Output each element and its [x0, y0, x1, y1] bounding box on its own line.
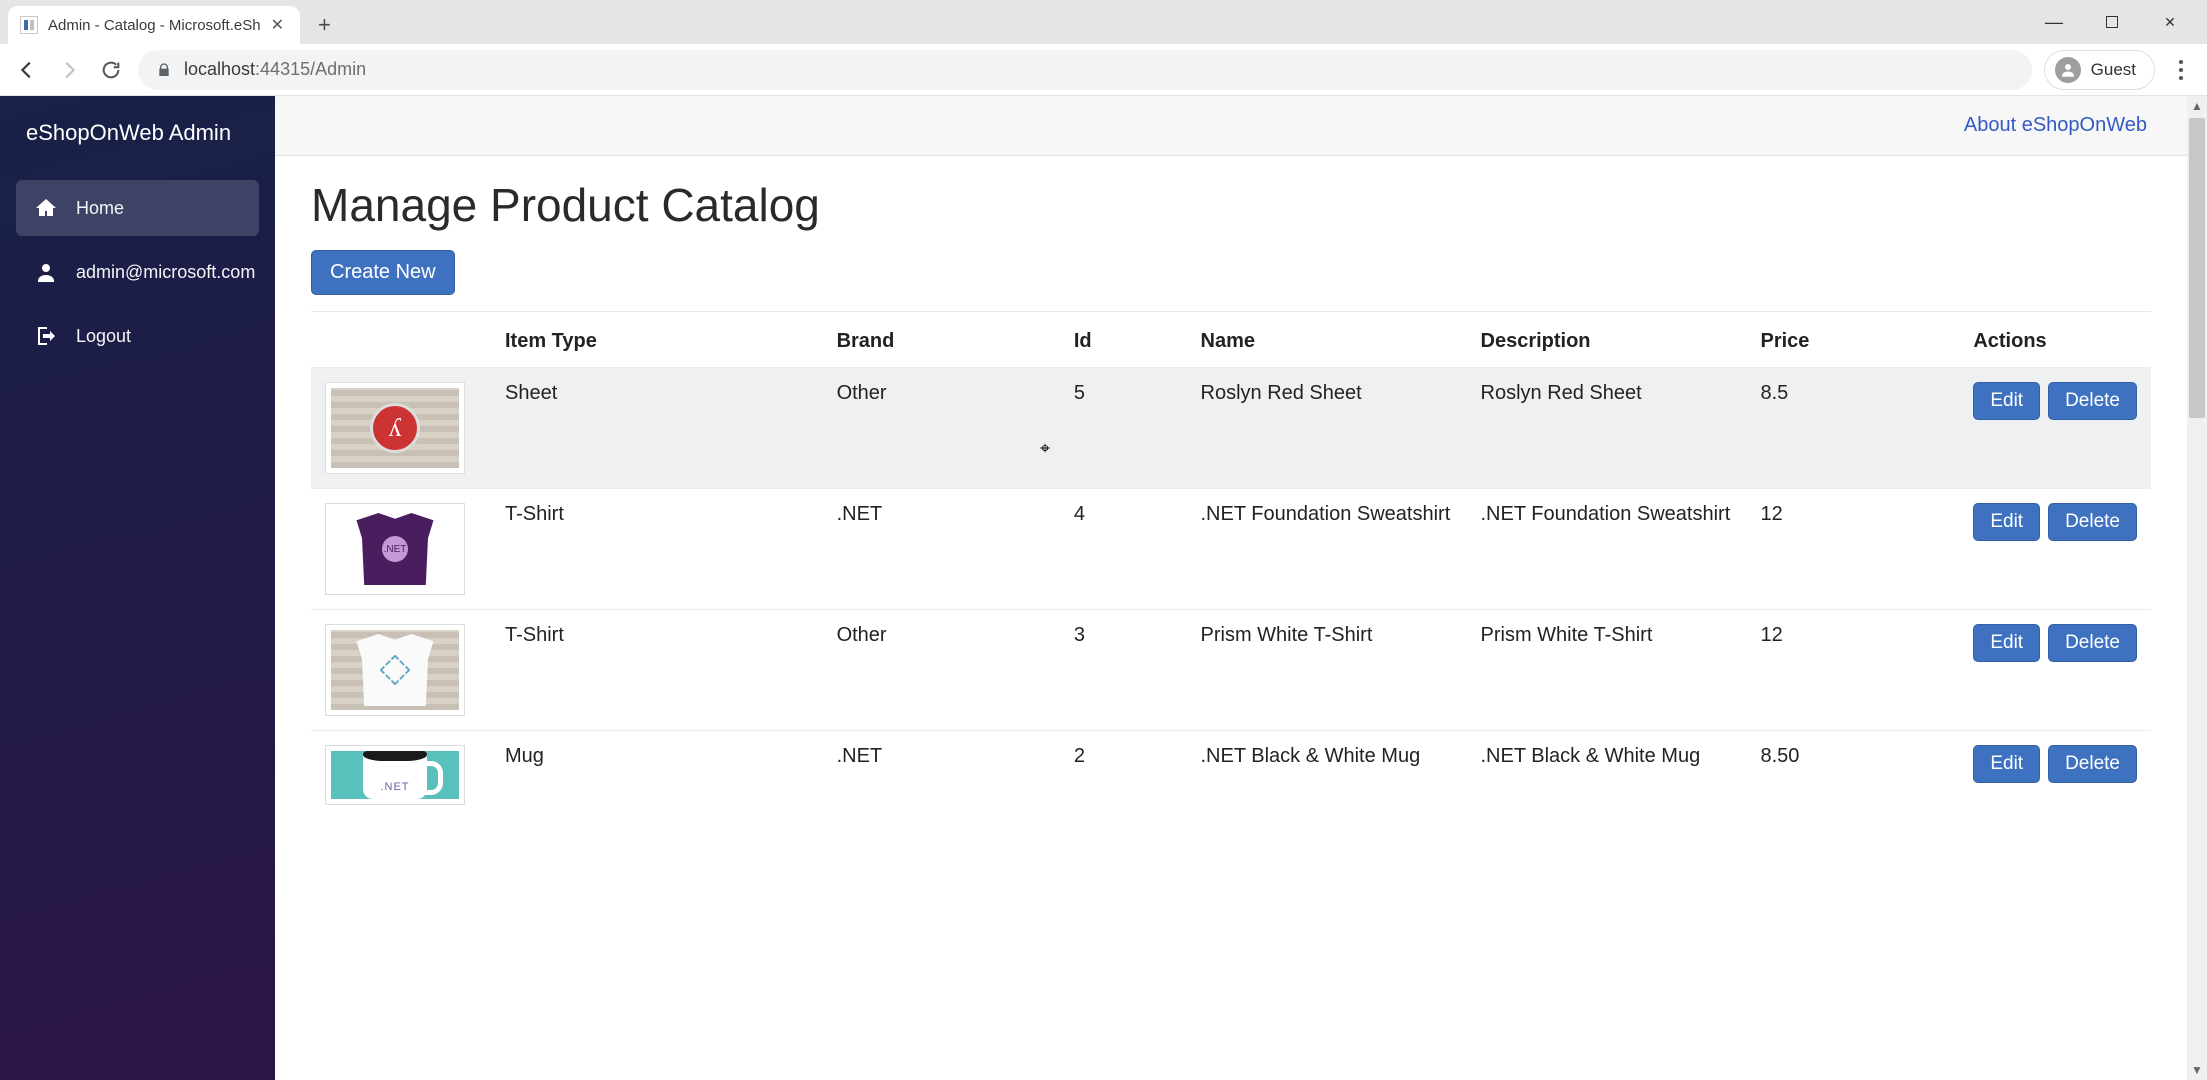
delete-button[interactable]: Delete — [2048, 382, 2137, 420]
cell-id: 3 — [1060, 610, 1187, 731]
cell-id: 2 — [1060, 731, 1187, 820]
cell-price: 12 — [1747, 489, 1960, 610]
avatar-icon — [2055, 57, 2081, 83]
cell-price: 8.50 — [1747, 731, 1960, 820]
table-row: .NET T-Shirt .NET 4 .NET Foundation Swea… — [311, 489, 2151, 610]
sidebar-item-label: admin@microsoft.com — [76, 262, 255, 283]
cell-name: .NET Black & White Mug — [1187, 731, 1467, 820]
browser-tab[interactable]: Admin - Catalog - Microsoft.eSh ✕ — [8, 6, 300, 44]
table-row: .NET Mug .NET 2 .NET Black & White Mug .… — [311, 731, 2151, 820]
product-thumbnail: ʎ — [325, 382, 465, 474]
edit-button[interactable]: Edit — [1973, 624, 2040, 662]
topbar: About eShopOnWeb — [275, 96, 2187, 156]
col-id: Id — [1060, 312, 1187, 368]
cell-id: 4 — [1060, 489, 1187, 610]
col-image — [311, 312, 491, 368]
browser-menu-button[interactable] — [2167, 60, 2195, 80]
cell-brand: Other — [823, 368, 1060, 489]
home-icon — [34, 196, 58, 220]
create-new-button[interactable]: Create New — [311, 250, 455, 295]
cell-brand: Other — [823, 610, 1060, 731]
scroll-up-icon[interactable]: ▲ — [2191, 96, 2203, 116]
tab-title: Admin - Catalog - Microsoft.eSh — [48, 17, 261, 34]
cell-item-type: T-Shirt — [491, 610, 823, 731]
cell-id: 5 — [1060, 368, 1187, 489]
window-close-button[interactable]: ✕ — [2141, 0, 2199, 44]
scrollbar-thumb[interactable] — [2189, 118, 2205, 418]
tab-close-icon[interactable]: ✕ — [271, 15, 284, 35]
browser-toolbar: localhost:44315/Admin Guest — [0, 44, 2207, 96]
sidebar-item-user[interactable]: admin@microsoft.com — [16, 244, 259, 300]
cell-price: 8.5 — [1747, 368, 1960, 489]
col-name: Name — [1187, 312, 1467, 368]
cell-item-type: Sheet — [491, 368, 823, 489]
delete-button[interactable]: Delete — [2048, 745, 2137, 783]
product-thumbnail: .NET — [325, 745, 465, 805]
cell-brand: .NET — [823, 731, 1060, 820]
sidebar-item-label: Home — [76, 198, 124, 219]
window-maximize-button[interactable] — [2083, 0, 2141, 44]
cell-image: .NET — [311, 731, 491, 820]
tab-favicon-icon — [20, 16, 38, 34]
user-icon — [34, 260, 58, 284]
new-tab-button[interactable]: + — [310, 12, 339, 38]
col-actions: Actions — [1959, 312, 2151, 368]
col-description: Description — [1467, 312, 1747, 368]
reload-button[interactable] — [96, 55, 126, 85]
browser-titlebar: Admin - Catalog - Microsoft.eSh ✕ + — ✕ — [0, 0, 2207, 44]
scroll-down-icon[interactable]: ▼ — [2191, 1060, 2203, 1080]
profile-label: Guest — [2091, 60, 2136, 80]
address-bar[interactable]: localhost:44315/Admin — [138, 50, 2032, 90]
table-row: T-Shirt Other 3 Prism White T-Shirt Pris… — [311, 610, 2151, 731]
edit-button[interactable]: Edit — [1973, 382, 2040, 420]
cell-description: .NET Black & White Mug — [1467, 731, 1747, 820]
cell-name: Roslyn Red Sheet — [1187, 368, 1467, 489]
delete-button[interactable]: Delete — [2048, 503, 2137, 541]
sidebar: eShopOnWeb Admin Home admin@microsoft.co… — [0, 96, 275, 1080]
cell-image: .NET — [311, 489, 491, 610]
product-thumbnail: .NET — [325, 503, 465, 595]
page-title: Manage Product Catalog — [311, 178, 2151, 232]
delete-button[interactable]: Delete — [2048, 624, 2137, 662]
table-row: ʎ Sheet Other 5 Roslyn Red Sheet Roslyn … — [311, 368, 2151, 489]
sidebar-item-logout[interactable]: Logout — [16, 308, 259, 364]
edit-button[interactable]: Edit — [1973, 503, 2040, 541]
url-text: localhost:44315/Admin — [184, 59, 366, 80]
cell-price: 12 — [1747, 610, 1960, 731]
back-button[interactable] — [12, 55, 42, 85]
sidebar-item-label: Logout — [76, 326, 131, 347]
product-thumbnail — [325, 624, 465, 716]
cell-description: Roslyn Red Sheet — [1467, 368, 1747, 489]
cell-item-type: Mug — [491, 731, 823, 820]
lock-icon — [156, 62, 172, 78]
cell-brand: .NET — [823, 489, 1060, 610]
sidebar-item-home[interactable]: Home — [16, 180, 259, 236]
logout-icon — [34, 324, 58, 348]
cell-item-type: T-Shirt — [491, 489, 823, 610]
window-minimize-button[interactable]: — — [2025, 0, 2083, 44]
about-link[interactable]: About eShopOnWeb — [1964, 114, 2147, 137]
col-brand: Brand — [823, 312, 1060, 368]
col-item-type: Item Type — [491, 312, 823, 368]
cell-image — [311, 610, 491, 731]
col-price: Price — [1747, 312, 1960, 368]
catalog-table: Item Type Brand Id Name Description Pric… — [311, 312, 2151, 819]
app-brand: eShopOnWeb Admin — [0, 96, 275, 170]
cell-description: Prism White T-Shirt — [1467, 610, 1747, 731]
vertical-scrollbar[interactable]: ▲ ▼ — [2187, 96, 2207, 1080]
cell-name: Prism White T-Shirt — [1187, 610, 1467, 731]
edit-button[interactable]: Edit — [1973, 745, 2040, 783]
forward-button[interactable] — [54, 55, 84, 85]
profile-chip[interactable]: Guest — [2044, 50, 2155, 90]
cell-name: .NET Foundation Sweatshirt — [1187, 489, 1467, 610]
cell-description: .NET Foundation Sweatshirt — [1467, 489, 1747, 610]
cell-image: ʎ — [311, 368, 491, 489]
